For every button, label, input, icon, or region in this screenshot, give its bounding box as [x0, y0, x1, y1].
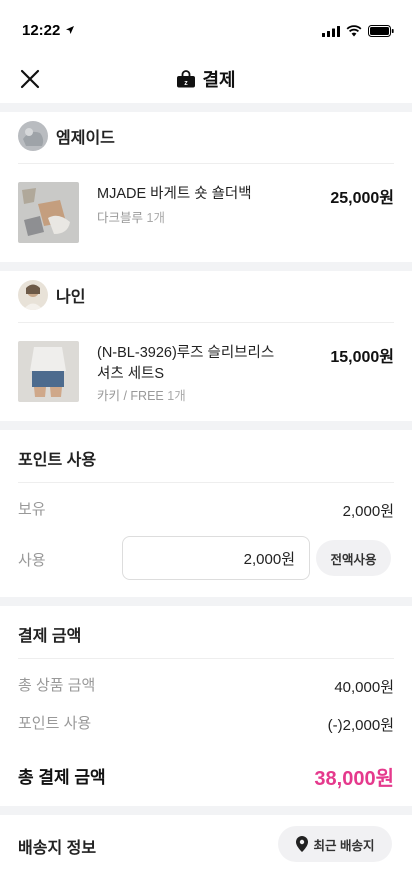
item-name: (N-BL-3926)루즈 슬리브리스 셔츠 세트S [97, 345, 275, 382]
use-all-button[interactable]: 전액사용 [316, 540, 391, 576]
product-image [18, 182, 79, 243]
shop-header: 나인 [18, 280, 85, 310]
points-owned-value: 2,000원 [342, 503, 394, 520]
section-divider [0, 806, 412, 815]
points-used-label: 포인트 사용 [18, 715, 92, 732]
order-item[interactable]: MJADE 바게트 숏 숄더백 다크블루 1개 25,000원 [18, 182, 394, 244]
points-title: 포인트 사용 [18, 452, 97, 469]
shop-name: 나인 [56, 289, 86, 306]
app-header: z 결제 [0, 48, 412, 104]
shop-header: 엠제이드 [18, 121, 115, 151]
points-used-value: (-)2,000원 [327, 717, 394, 734]
item-name: MJADE 바게트 숏 숄더백 [97, 186, 252, 202]
total-value: 38,000원 [314, 768, 394, 790]
recent-address-label: 최근 배송지 [313, 838, 375, 853]
map-pin-icon [295, 836, 308, 852]
product-image [18, 341, 79, 402]
signal-icon [322, 25, 340, 37]
svg-text:z: z [185, 80, 189, 87]
shop-name: 엠제이드 [56, 130, 115, 147]
shop-avatar [18, 280, 48, 310]
shopping-bag-icon: z [177, 70, 196, 88]
subtotal-label: 총 상품 금액 [18, 677, 96, 694]
points-use-input[interactable] [122, 536, 310, 580]
divider [18, 658, 394, 659]
battery-icon [368, 25, 394, 37]
item-price: 15,000원 [330, 349, 394, 366]
item-quantity: 1개 [146, 211, 165, 225]
shipping-title: 배송지 정보 [18, 840, 97, 857]
wifi-icon [346, 25, 362, 37]
divider [18, 163, 394, 164]
item-quantity: 1개 [167, 389, 186, 403]
points-owned-label: 보유 [18, 501, 46, 518]
section-divider [0, 262, 412, 271]
item-price: 25,000원 [330, 190, 394, 207]
item-option: 다크블루 1개 [97, 207, 165, 226]
status-icons [322, 25, 394, 37]
page-title: 결제 [202, 70, 236, 90]
status-bar: 12:22 [0, 0, 412, 48]
subtotal-value: 40,000원 [334, 679, 394, 696]
payment-title: 결제 금액 [18, 628, 82, 645]
location-arrow-icon [66, 26, 74, 34]
recent-address-button[interactable]: 최근 배송지 [278, 826, 392, 862]
divider [18, 322, 394, 323]
section-divider [0, 421, 412, 430]
divider [18, 482, 394, 483]
item-option-value: 다크블루 [97, 211, 144, 225]
order-item[interactable]: (N-BL-3926)루즈 슬리브리스 셔츠 세트S 카키 / FREE 1개 … [18, 341, 394, 403]
section-divider [0, 103, 412, 112]
status-time: 12:22 [22, 22, 61, 39]
item-option-value: 카키 / FREE [97, 389, 164, 403]
shop-avatar [18, 121, 48, 151]
section-divider [0, 597, 412, 606]
points-use-label: 사용 [18, 552, 46, 569]
item-option: 카키 / FREE 1개 [97, 385, 186, 404]
total-label: 총 결제 금액 [18, 768, 106, 787]
header-title-group: z 결제 [0, 66, 412, 92]
